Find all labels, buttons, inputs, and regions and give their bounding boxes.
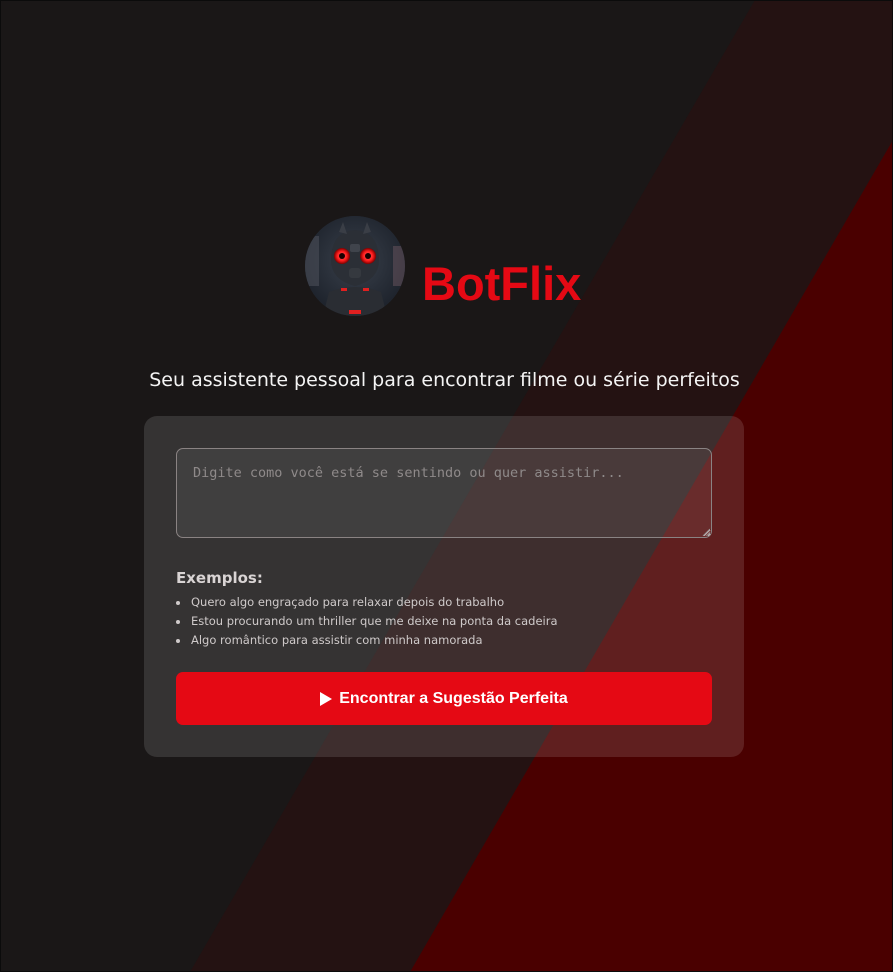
mood-input[interactable] [176, 448, 712, 538]
app-header: BotFlix [0, 214, 893, 318]
example-item: Estou procurando um thriller que me deix… [176, 612, 558, 631]
bullet-icon [176, 639, 180, 643]
examples-list: Quero algo engraçado para relaxar depois… [176, 593, 558, 650]
bullet-icon [176, 601, 180, 605]
example-text: Quero algo engraçado para relaxar depois… [191, 595, 505, 609]
resize-grip-icon[interactable] [702, 528, 710, 536]
suggestion-card: Exemplos: Quero algo engraçado para rela… [144, 416, 744, 757]
example-text: Estou procurando um thriller que me deix… [191, 614, 558, 628]
find-suggestion-button[interactable]: Encontrar a Sugestão Perfeita [176, 672, 712, 725]
example-item: Algo romântico para assistir com minha n… [176, 631, 558, 650]
example-item: Quero algo engraçado para relaxar depois… [176, 593, 558, 612]
play-icon [320, 691, 333, 706]
robot-avatar-icon [305, 216, 405, 316]
app-tagline: Seu assistente pessoal para encontrar fi… [149, 369, 740, 391]
find-suggestion-label: Encontrar a Sugestão Perfeita [339, 689, 568, 707]
examples-heading: Exemplos: [176, 569, 263, 587]
app-title: BotFlix [422, 257, 582, 310]
example-text: Algo romântico para assistir com minha n… [191, 633, 483, 647]
bullet-icon [176, 620, 180, 624]
